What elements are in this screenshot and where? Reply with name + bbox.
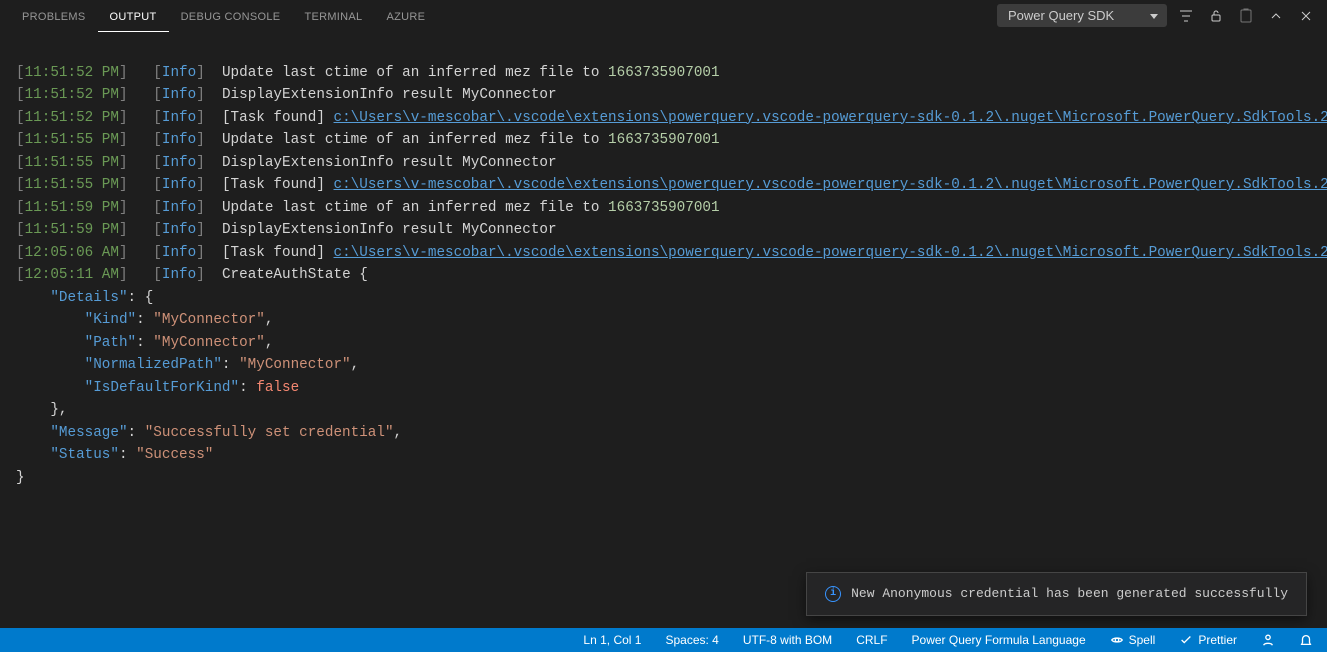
- panel-right-controls: Power Query SDK: [997, 4, 1317, 27]
- tab-problems[interactable]: PROBLEMS: [10, 3, 98, 31]
- tab-debug-console[interactable]: DEBUG CONSOLE: [169, 3, 293, 31]
- toast-text: New Anonymous credential has been genera…: [851, 583, 1288, 606]
- info-icon: i: [825, 586, 841, 602]
- chevron-up-icon[interactable]: [1265, 5, 1287, 27]
- check-icon: [1179, 633, 1193, 647]
- status-spell[interactable]: Spell: [1106, 633, 1160, 647]
- status-bell[interactable]: [1295, 633, 1317, 647]
- clear-icon[interactable]: [1235, 5, 1257, 27]
- tab-output[interactable]: OUTPUT: [98, 3, 169, 32]
- bell-icon: [1299, 633, 1313, 647]
- status-prettier[interactable]: Prettier: [1175, 633, 1241, 647]
- eye-icon: [1110, 633, 1124, 647]
- status-eol[interactable]: CRLF: [852, 633, 891, 647]
- status-language[interactable]: Power Query Formula Language: [908, 633, 1090, 647]
- status-spaces[interactable]: Spaces: 4: [661, 633, 722, 647]
- output-panel[interactable]: [11:51:52 PM] [Info] Update last ctime o…: [0, 35, 1327, 628]
- status-lncol[interactable]: Ln 1, Col 1: [579, 633, 645, 647]
- panel-tabbar: PROBLEMS OUTPUT DEBUG CONSOLE TERMINAL A…: [0, 0, 1327, 35]
- dropdown-label: Power Query SDK: [1008, 8, 1114, 23]
- output-channel-dropdown[interactable]: Power Query SDK: [997, 4, 1167, 27]
- tab-terminal[interactable]: TERMINAL: [292, 3, 374, 31]
- filter-icon[interactable]: [1175, 5, 1197, 27]
- status-bar: Ln 1, Col 1 Spaces: 4 UTF-8 with BOM CRL…: [0, 628, 1327, 652]
- status-encoding[interactable]: UTF-8 with BOM: [739, 633, 836, 647]
- lock-icon[interactable]: [1205, 5, 1227, 27]
- close-icon[interactable]: [1295, 5, 1317, 27]
- tab-azure[interactable]: AZURE: [374, 3, 437, 31]
- status-feedback[interactable]: [1257, 633, 1279, 647]
- notification-toast[interactable]: i New Anonymous credential has been gene…: [806, 572, 1307, 617]
- person-icon: [1261, 633, 1275, 647]
